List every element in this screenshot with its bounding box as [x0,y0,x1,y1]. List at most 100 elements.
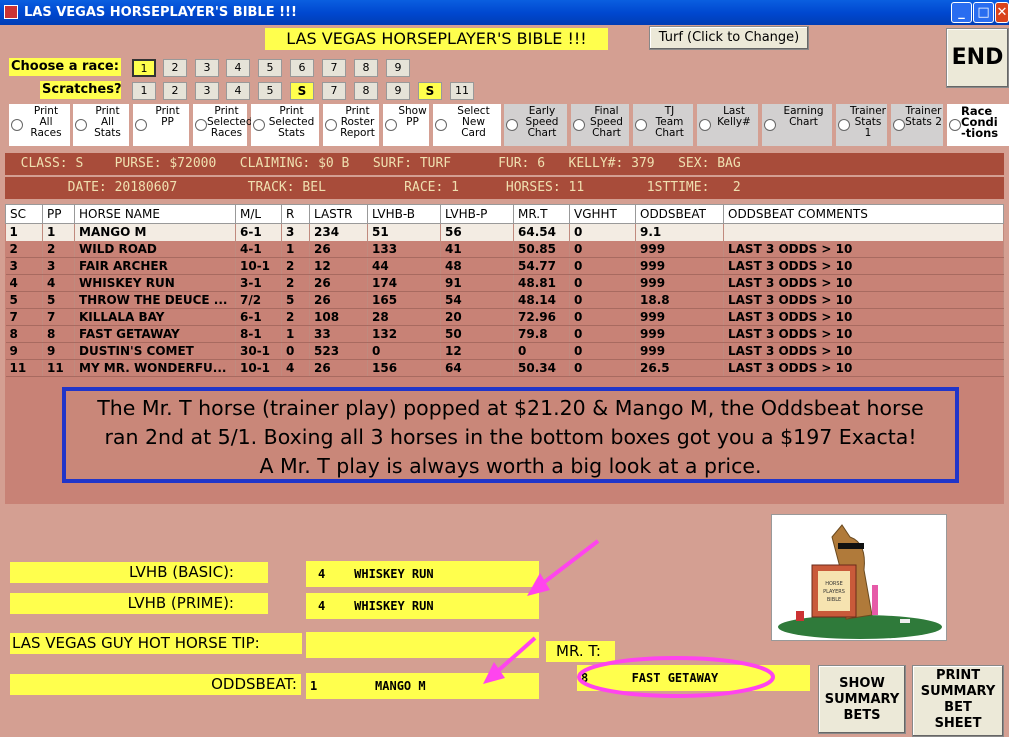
race-button-6[interactable]: 6 [290,59,314,77]
table-cell: 1 [5,223,43,241]
maximize-icon[interactable]: □ [973,2,994,23]
table-cell: LAST 3 ODDS > 10 [723,291,1004,309]
radio-icon[interactable] [435,119,447,131]
column-header-horse-name[interactable]: HORSE NAME [74,204,236,224]
radio-icon[interactable] [11,119,23,131]
race-button-8[interactable]: 8 [354,59,378,77]
radio-icon[interactable] [195,119,207,131]
radio-icon[interactable] [949,119,961,131]
race-button-3[interactable]: 3 [195,59,219,77]
table-cell: WHISKEY RUN [74,274,236,292]
race-button-4[interactable]: 4 [226,59,250,77]
scratch-button-2[interactable]: 2 [163,82,187,100]
scratch-button-11[interactable]: 11 [450,82,474,100]
table-cell: 10-1 [235,257,282,275]
scratch-button-3[interactable]: 3 [195,82,219,100]
scratch-button-9[interactable]: 9 [386,82,410,100]
option-earning-chart[interactable]: Earning Chart [762,104,832,146]
scratch-button-4[interactable]: 4 [226,82,250,100]
column-header-pp[interactable]: PP [42,204,75,224]
option-select-new-card[interactable]: Select New Card [433,104,501,146]
radio-icon[interactable] [635,119,647,131]
option-trainer-stats-1[interactable]: Trainer Stats 1 [836,104,887,146]
table-row[interactable]: 11 11 MY MR. WONDERFU... 10-1 4 26 156 64 50.34 0… [5,359,1004,377]
radio-icon[interactable] [506,119,518,131]
radio-icon[interactable] [325,119,337,131]
table-row[interactable]: 8 8 FAST GETAWAY 8-1 1 33 132 50 79.8 0 999 LAST 3 … [5,325,1004,343]
option-early-speed-chart[interactable]: Early Speed Chart [504,104,567,146]
table-row[interactable]: 2 2 WILD ROAD 4-1 1 26 133 41 50.85 0 999 LAST 3 OD… [5,240,1004,258]
radio-icon[interactable] [75,119,87,131]
column-header-sc[interactable]: SC [5,204,43,224]
turf-toggle-button[interactable]: Turf (Click to Change) [649,26,809,50]
arrow-to-basic [532,539,600,592]
table-cell: LAST 3 ODDS > 10 [723,308,1004,326]
race-button-1[interactable]: 1 [132,59,156,77]
radio-icon[interactable] [135,119,147,131]
column-header-r[interactable]: R [281,204,310,224]
end-button[interactable]: END [946,28,1009,88]
table-row[interactable]: 3 3 FAIR ARCHER 10-1 2 12 44 48 54.77 0 999 LAST 3 … [5,257,1004,275]
table-cell: 174 [367,274,441,292]
table-row[interactable]: 7 7 KILLALA BAY 6-1 2 108 28 20 72.96 0 999 LAST 3 … [5,308,1004,326]
minimize-icon[interactable]: _ [951,2,972,23]
lvhb-prime-field[interactable]: 4 WHISKEY RUN [306,593,539,619]
option-race-condi-tions[interactable]: Race Condi -tions [947,104,1009,146]
option-show-pp[interactable]: Show PP [383,104,429,146]
table-cell: 0 [569,223,636,241]
column-header-m-l[interactable]: M/L [235,204,282,224]
table-cell: 79.8 [513,325,570,343]
scratch-button-6[interactable]: S [290,82,314,100]
option-tj-team-chart[interactable]: TJ Team Chart [633,104,693,146]
table-cell: 26 [309,240,368,258]
scratch-button-1[interactable]: 1 [132,82,156,100]
hot-horse-tip-field[interactable] [306,632,539,658]
table-row[interactable]: 5 5 THROW THE DEUCE ... 7/2 5 26 165 54 48.14 0 18… [5,291,1004,309]
scratch-button-7[interactable]: 7 [322,82,346,100]
mr-t-field[interactable]: 8 FAST GETAWAY [577,665,810,691]
table-row[interactable]: 1 1 MANGO M 6-1 3 234 51 56 64.54 0 9.1 [5,223,1004,241]
radio-icon[interactable] [385,119,397,131]
lvhb-basic-field[interactable]: 4 WHISKEY RUN [306,561,539,587]
race-button-2[interactable]: 2 [163,59,187,77]
radio-icon[interactable] [764,119,776,131]
option-print-all-stats[interactable]: Print All Stats [73,104,129,146]
scratch-button-10[interactable]: S [418,82,442,100]
radio-icon[interactable] [838,119,850,131]
radio-icon[interactable] [253,119,265,131]
column-header-lvhb-p[interactable]: LVHB-P [440,204,514,224]
option-print-pp[interactable]: Print PP [133,104,189,146]
option-trainer-stats-2[interactable]: Trainer Stats 2 [891,104,943,146]
option-print-selected-races[interactable]: Print Selected Races [193,104,253,146]
close-icon[interactable]: ✕ [995,2,1009,23]
column-header-oddsbeat[interactable]: ODDSBEAT [635,204,724,224]
radio-icon[interactable] [893,119,905,131]
race-button-7[interactable]: 7 [322,59,346,77]
table-row[interactable]: 9 9 DUSTIN'S COMET 30-1 0 523 0 12 0 0 999 LAST 3 O… [5,342,1004,360]
show-summary-bets-button[interactable]: SHOW SUMMARY BETS [818,665,906,734]
option-final-speed-chart[interactable]: Final Speed Chart [571,104,629,146]
option-print-roster-report[interactable]: Print Roster Report [323,104,379,146]
column-header-oddsbeat-comments[interactable]: ODDSBEAT COMMENTS [723,204,1004,224]
table-row[interactable]: 4 4 WHISKEY RUN 3-1 2 26 174 91 48.81 0 999 LAST 3 … [5,274,1004,292]
table-cell: 8 [42,325,75,343]
table-cell: 2 [281,308,310,326]
oddsbeat-field[interactable]: 1 MANGO M [306,673,539,699]
radio-icon[interactable] [573,119,585,131]
scratch-button-8[interactable]: 8 [354,82,378,100]
radio-icon[interactable] [699,119,711,131]
table-cell: 12 [309,257,368,275]
race-info-line-1: CLASS: S PURSE: $72000 CLAIMING: $0 B SU… [5,153,1004,175]
option-last-kelly[interactable]: Last Kelly# [697,104,758,146]
column-header-mr-t[interactable]: MR.T [513,204,570,224]
print-summary-bet-sheet-button[interactable]: PRINT SUMMARY BET SHEET [912,665,1004,737]
race-button-9[interactable]: 9 [386,59,410,77]
option-print-all-races[interactable]: Print All Races [9,104,70,146]
table-cell: FAIR ARCHER [74,257,236,275]
race-button-5[interactable]: 5 [258,59,282,77]
scratch-button-5[interactable]: 5 [258,82,282,100]
column-header-vghht[interactable]: VGHHT [569,204,636,224]
option-print-selected-stats[interactable]: Print Selected Stats [251,104,319,146]
column-header-lvhb-b[interactable]: LVHB-B [367,204,441,224]
column-header-lastr[interactable]: LASTR [309,204,368,224]
